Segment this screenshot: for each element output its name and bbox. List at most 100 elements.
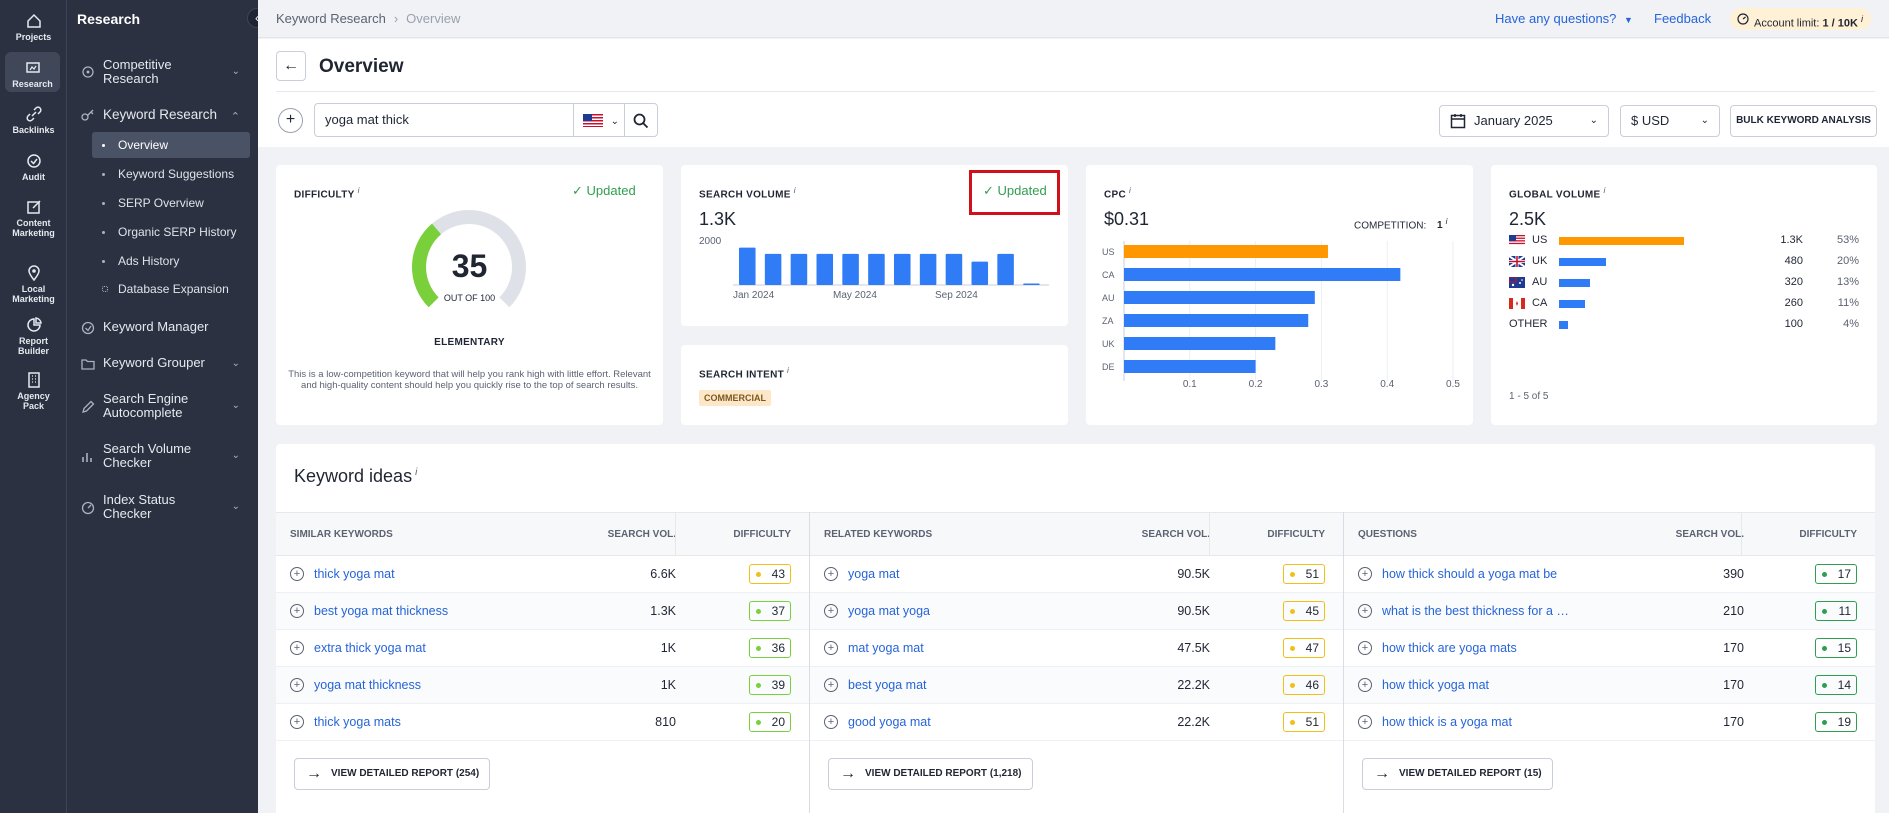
info-icon[interactable]: i (1446, 216, 1448, 226)
add-keyword-icon[interactable]: + (290, 641, 304, 655)
add-keyword-icon[interactable]: + (824, 567, 838, 581)
keyword-link[interactable]: what is the best thickness for a yog... (1382, 593, 1573, 629)
keyword-link[interactable]: thick yoga mats (314, 704, 507, 740)
info-icon[interactable]: i (415, 467, 417, 478)
search-vol-header[interactable]: SEARCH VOL. (1142, 513, 1210, 556)
info-icon[interactable]: i (794, 185, 796, 195)
volume-bar[interactable] (790, 253, 808, 285)
sidebar-subitem-database-expansion[interactable]: Database Expansion (92, 276, 250, 302)
keyword-link[interactable]: best yoga mat thickness (314, 593, 507, 629)
rail-item-audit[interactable]: Audit (0, 152, 67, 182)
volume-bar[interactable] (971, 261, 989, 285)
view-detailed-report-button[interactable]: → VIEW DETAILED REPORT (254) (294, 758, 491, 790)
add-keyword-icon[interactable]: + (290, 678, 304, 692)
keyword-link[interactable]: how thick is a yoga mat (1382, 704, 1573, 740)
volume-bar[interactable] (842, 253, 859, 285)
volume-bar[interactable] (868, 253, 885, 285)
info-icon[interactable]: i (1604, 185, 1606, 195)
keyword-link[interactable]: how thick yoga mat (1382, 667, 1573, 703)
breadcrumb-keyword-research[interactable]: Keyword Research (276, 11, 386, 26)
volume-bar[interactable] (894, 253, 911, 285)
bulk-keyword-analysis-button[interactable]: BULK KEYWORD ANALYSIS (1730, 105, 1877, 137)
sidebar-subitem-keyword-suggestions[interactable]: Keyword Suggestions (92, 161, 250, 187)
volume-bar[interactable] (919, 253, 937, 285)
difficulty-header[interactable]: DIFFICULTY (1267, 513, 1325, 556)
search-vol-header[interactable]: SEARCH VOL. (1676, 513, 1744, 556)
difficulty-header[interactable]: DIFFICULTY (733, 513, 791, 556)
sidebar-subitem-ads-history[interactable]: Ads History (92, 248, 250, 274)
sidebar-item-search-engine-autocomplete[interactable]: Search Engine Autocomplete ⌄ (67, 392, 258, 420)
info-icon[interactable]: i (1129, 185, 1131, 195)
volume-bar[interactable] (1023, 283, 1040, 285)
rail-item-research[interactable]: Research (5, 52, 60, 92)
back-button[interactable]: ← (276, 51, 306, 81)
rail-item-projects[interactable]: Projects (0, 12, 67, 42)
add-keyword-icon[interactable]: + (290, 604, 304, 618)
search-input[interactable]: yoga mat thick (314, 103, 574, 137)
keyword-link[interactable]: thick yoga mat (314, 556, 507, 592)
keyword-link[interactable]: how thick are yoga mats (1382, 630, 1573, 666)
volume-bar[interactable] (997, 253, 1014, 285)
cpc-bar[interactable] (1124, 291, 1315, 304)
sidebar-item-keyword-research[interactable]: Keyword Research ⌃ (67, 108, 258, 126)
add-keyword-icon[interactable]: + (1358, 715, 1372, 729)
rail-item-content-marketing[interactable]: Content Marketing (0, 198, 67, 238)
keyword-link[interactable]: mat yoga mat (848, 630, 1041, 666)
feedback-link[interactable]: Feedback (1654, 11, 1711, 26)
add-keyword-icon[interactable]: + (824, 641, 838, 655)
volume-bar[interactable] (739, 247, 756, 285)
volume-share-bar[interactable] (1559, 321, 1569, 329)
keyword-link[interactable]: yoga mat (848, 556, 1041, 592)
help-dropdown[interactable]: Have any questions? ▼ (1495, 11, 1633, 26)
volume-share-bar[interactable] (1559, 300, 1585, 308)
cpc-bar[interactable] (1124, 245, 1328, 258)
info-icon[interactable]: i (787, 365, 789, 375)
add-keyword-icon[interactable]: + (1358, 604, 1372, 618)
add-keyword-button[interactable]: + (278, 108, 303, 133)
sidebar-item-search-volume-checker[interactable]: Search Volume Checker ⌄ (67, 442, 258, 470)
sidebar-subitem-overview[interactable]: Overview (92, 132, 250, 158)
volume-bar[interactable] (816, 253, 834, 285)
add-keyword-icon[interactable]: + (290, 715, 304, 729)
add-keyword-icon[interactable]: + (824, 715, 838, 729)
volume-bar[interactable] (945, 253, 963, 285)
search-vol-header[interactable]: SEARCH VOL. (608, 513, 676, 556)
rail-item-local-marketing[interactable]: Local Marketing (0, 264, 67, 304)
volume-share-bar[interactable] (1559, 258, 1607, 266)
sidebar-subitem-organic-serp-history[interactable]: Organic SERP History (92, 219, 250, 245)
keyword-link[interactable]: yoga mat thickness (314, 667, 507, 703)
add-keyword-icon[interactable]: + (1358, 678, 1372, 692)
add-keyword-icon[interactable]: + (1358, 641, 1372, 655)
keyword-link[interactable]: how thick should a yoga mat be (1382, 556, 1573, 592)
cpc-bar[interactable] (1124, 337, 1276, 350)
database-select[interactable]: ⌄ (573, 103, 625, 137)
volume-share-bar[interactable] (1559, 237, 1685, 245)
volume-share-bar[interactable] (1559, 279, 1590, 287)
keyword-link[interactable]: good yoga mat (848, 704, 1041, 740)
keyword-link[interactable]: yoga mat yoga (848, 593, 1041, 629)
add-keyword-icon[interactable]: + (824, 678, 838, 692)
sidebar-item-index-status-checker[interactable]: Index Status Checker ⌄ (67, 493, 258, 521)
view-detailed-report-button[interactable]: → VIEW DETAILED REPORT (1,218) (828, 758, 1033, 790)
keyword-link[interactable]: extra thick yoga mat (314, 630, 507, 666)
sidebar-item-keyword-manager[interactable]: Keyword Manager (67, 320, 258, 338)
sidebar-item-competitive-research[interactable]: Competitive Research ⌄ (67, 57, 258, 87)
rail-item-backlinks[interactable]: Backlinks (0, 105, 67, 135)
volume-bar[interactable] (764, 253, 782, 285)
add-keyword-icon[interactable]: + (1358, 567, 1372, 581)
sidebar-subitem-serp-overview[interactable]: SERP Overview (92, 190, 250, 216)
add-keyword-icon[interactable]: + (824, 604, 838, 618)
rail-item-agency-pack[interactable]: Agency Pack (0, 371, 67, 411)
keyword-link[interactable]: best yoga mat (848, 667, 1041, 703)
info-icon[interactable]: i (358, 185, 360, 195)
cpc-bar[interactable] (1124, 314, 1309, 327)
cpc-bar[interactable] (1124, 360, 1256, 373)
add-keyword-icon[interactable]: + (290, 567, 304, 581)
date-select[interactable]: January 2025 ⌄ (1439, 105, 1609, 137)
search-button[interactable] (624, 103, 658, 137)
account-limit-badge[interactable]: Account limit: 1 / 10K i (1730, 8, 1871, 30)
rail-item-report-builder[interactable]: Report Builder (0, 316, 67, 356)
view-detailed-report-button[interactable]: → VIEW DETAILED REPORT (15) (1362, 758, 1553, 790)
difficulty-header[interactable]: DIFFICULTY (1799, 513, 1857, 556)
currency-select[interactable]: $ USD ⌄ (1620, 105, 1720, 137)
